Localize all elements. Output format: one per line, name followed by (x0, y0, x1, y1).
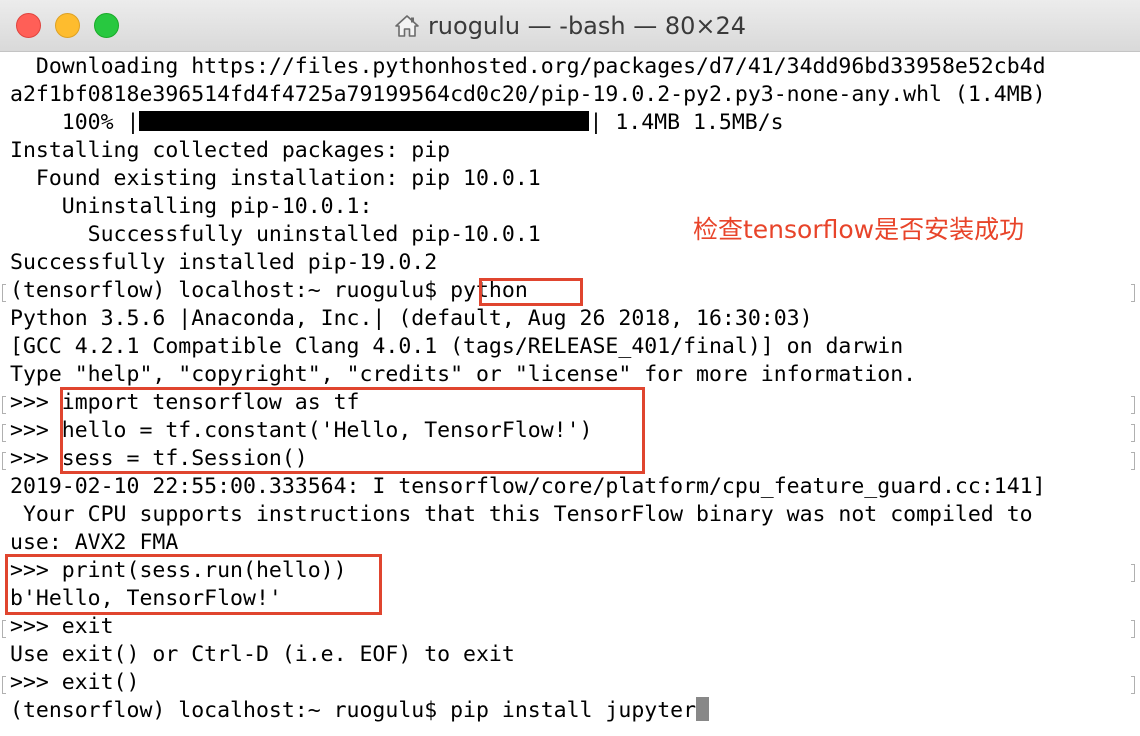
progress-bar (139, 111, 590, 131)
progress-suffix: | 1.4MB 1.5MB/s (589, 110, 784, 135)
terminal-line: Installing collected packages: pip (10, 138, 451, 163)
line-mark-left (2, 424, 6, 442)
terminal-line: Downloading https://files.pythonhosted.o… (10, 54, 1046, 79)
line-mark-left (2, 620, 6, 638)
download-progress-line: 100% | | 1.4MB 1.5MB/s (10, 109, 784, 137)
window-title-group: ruogulu — -bash — 80×24 (0, 0, 1140, 52)
terminal-line: [GCC 4.2.1 Compatible Clang 4.0.1 (tags/… (10, 334, 904, 359)
highlight-box-python (479, 278, 583, 306)
line-mark-left (2, 676, 6, 694)
terminal-screen[interactable]: Downloading https://files.pythonhosted.o… (0, 52, 1140, 736)
line-mark-left (2, 284, 6, 302)
line-mark-right (1131, 452, 1135, 470)
terminal-line: Successfully installed pip-19.0.2 (10, 250, 438, 275)
python-prompt-line: >>> exit (10, 614, 114, 639)
terminal-line: 2019-02-10 22:55:00.333564: I tensorflow… (10, 474, 1046, 499)
line-mark-right (1131, 424, 1135, 442)
line-mark-right (1131, 284, 1135, 302)
prompt-line: (tensorflow) localhost:~ ruogulu$ python (10, 278, 528, 303)
text-cursor (696, 697, 710, 721)
terminal-line: a2f1bf0818e396514fd4f4725a79199564cd0c20… (10, 82, 1046, 107)
line-mark-left (2, 452, 6, 470)
terminal-line: Successfully uninstalled pip-10.0.1 (10, 222, 541, 247)
annotation-label: 检查tensorflow是否安装成功 (693, 215, 1025, 244)
highlight-box-print-output (5, 554, 382, 615)
line-mark-right (1131, 564, 1135, 582)
terminal-line: Use exit() or Ctrl-D (i.e. EOF) to exit (10, 642, 515, 667)
line-mark-left (2, 396, 6, 414)
terminal-line: Type "help", "copyright", "credits" or "… (10, 362, 917, 387)
window-title: ruogulu — -bash — 80×24 (427, 12, 747, 40)
progress-percent: 100% | (10, 110, 140, 135)
window-titlebar[interactable]: ruogulu — -bash — 80×24 (0, 0, 1140, 52)
command-input-line[interactable]: (tensorflow) localhost:~ ruogulu$ pip in… (10, 697, 710, 725)
terminal-line: Found existing installation: pip 10.0.1 (10, 166, 541, 191)
terminal-line: Python 3.5.6 |Anaconda, Inc.| (default, … (10, 306, 813, 331)
line-mark-right (1131, 396, 1135, 414)
terminal-line: use: AVX2 FMA (10, 530, 179, 555)
home-icon (395, 15, 419, 37)
highlight-box-tf-session (60, 387, 645, 474)
current-command: (tensorflow) localhost:~ ruogulu$ pip in… (10, 698, 697, 723)
line-mark-right (1131, 620, 1135, 638)
python-prompt-line: >>> exit() (10, 670, 140, 695)
terminal-line: Uninstalling pip-10.0.1: (10, 194, 373, 219)
line-mark-right (1131, 676, 1135, 694)
terminal-line: Your CPU supports instructions that this… (10, 502, 1033, 527)
